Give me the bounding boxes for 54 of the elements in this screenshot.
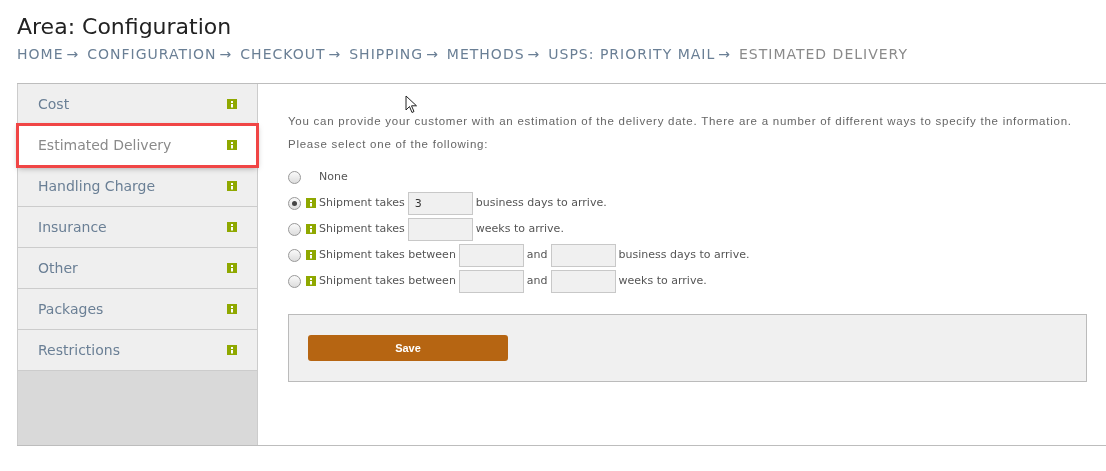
sidebar-item[interactable]: Cost bbox=[18, 84, 257, 125]
breadcrumb-current: ESTIMATED DELIVERY bbox=[739, 46, 908, 62]
breadcrumb-link[interactable]: CHECKOUT bbox=[240, 46, 326, 62]
option-label: and bbox=[526, 246, 548, 263]
breadcrumb-arrow: → bbox=[527, 46, 541, 62]
page-title: Area: Configuration bbox=[17, 13, 233, 41]
instruction-text: Please select one of the following: bbox=[288, 137, 490, 152]
option-label: weeks to arrive. bbox=[618, 272, 707, 289]
breadcrumb-arrow: → bbox=[718, 46, 731, 62]
breadcrumb-arrow: → bbox=[66, 46, 80, 62]
option-label: business days to arrive. bbox=[475, 194, 607, 211]
info-icon bbox=[227, 263, 237, 273]
option-label: Shipment takes bbox=[319, 194, 405, 211]
option-label: Shipment takes bbox=[319, 220, 405, 237]
option-label: Shipment takes between bbox=[319, 272, 456, 289]
input-field[interactable] bbox=[550, 243, 616, 267]
sidebar-item[interactable]: Other bbox=[18, 248, 257, 289]
radio-button[interactable] bbox=[288, 222, 301, 236]
breadcrumb-link[interactable]: METHODS bbox=[446, 46, 525, 62]
radio-button[interactable] bbox=[288, 248, 301, 262]
option-label: Shipment takes between bbox=[319, 246, 456, 263]
info-icon bbox=[227, 345, 237, 355]
sidebar-item[interactable]: Insurance bbox=[18, 207, 257, 248]
info-icon bbox=[227, 181, 237, 191]
radio-button[interactable] bbox=[288, 170, 301, 184]
breadcrumb-link[interactable]: SHIPPING bbox=[349, 46, 424, 62]
input-field[interactable] bbox=[458, 269, 524, 293]
breadcrumb-arrow: → bbox=[426, 46, 439, 62]
input-field[interactable] bbox=[550, 269, 616, 293]
breadcrumb-link[interactable]: HOME bbox=[17, 46, 64, 62]
info-icon bbox=[227, 99, 237, 109]
save-button[interactable]: Save bbox=[308, 335, 508, 362]
breadcrumb-link[interactable]: CONFIGURATION bbox=[87, 46, 217, 62]
radio-button[interactable] bbox=[288, 274, 301, 288]
option-label: and bbox=[526, 272, 548, 289]
breadcrumb-arrow: → bbox=[219, 46, 233, 62]
sidebar-item[interactable]: Packages bbox=[18, 289, 257, 330]
radio-button[interactable] bbox=[288, 196, 301, 210]
option-label: weeks to arrive. bbox=[475, 220, 564, 237]
breadcrumb-link[interactable]: USPS: PRIORITY MAIL bbox=[548, 46, 716, 62]
option-label: None bbox=[319, 168, 348, 185]
info-icon bbox=[227, 304, 237, 314]
input-field[interactable]: 3 bbox=[407, 191, 473, 215]
option-label: business days to arrive. bbox=[618, 246, 750, 263]
sidebar-item[interactable]: Estimated Delivery bbox=[18, 125, 257, 166]
info-icon bbox=[227, 140, 237, 150]
breadcrumb-arrow: → bbox=[328, 46, 342, 62]
info-icon bbox=[227, 222, 237, 232]
instruction-text: You can provide your customer with an estimation of the delivery date. There are a number of different ways to specify the information. bbox=[288, 114, 1073, 129]
sidebar-item[interactable]: Restrictions bbox=[18, 330, 257, 371]
sidebar-item[interactable]: Handling Charge bbox=[18, 166, 257, 207]
input-field[interactable] bbox=[407, 217, 473, 241]
input-field[interactable] bbox=[458, 243, 524, 267]
mouse-cursor-icon bbox=[405, 95, 418, 114]
